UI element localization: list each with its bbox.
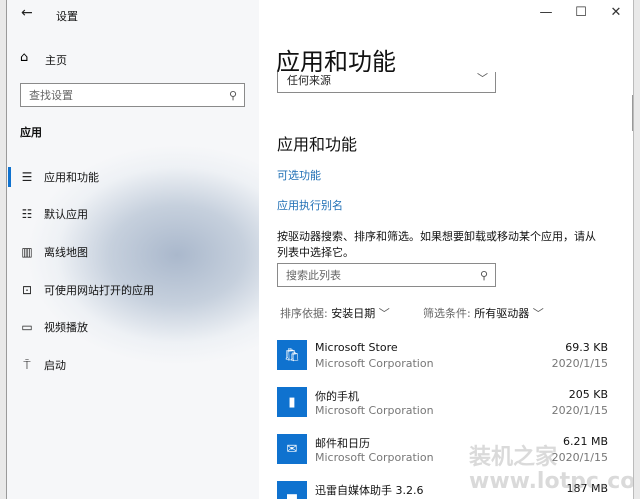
sort-dropdown[interactable]: 排序依据: 安装日期 ﹀: [280, 305, 390, 321]
sidebar: ← 设置 ⌂ 主页 查找设置 ⚲ 应用 ☰ 应用和功能 ☷ 默认应用 ▥ 离线地图 ⊡…: [7, 0, 259, 499]
search-icon[interactable]: ⚲: [229, 89, 237, 102]
map-icon: ▥: [21, 245, 33, 259]
back-arrow-icon[interactable]: ←: [21, 5, 33, 21]
list-item[interactable]: 🛍 Microsoft Store Microsoft Corporation 69.…: [277, 340, 617, 380]
source-dropdown[interactable]: 任何来源 ﹀: [277, 72, 496, 93]
list-search-input[interactable]: 搜索此列表 ⚲: [277, 263, 496, 287]
filter-dropdown[interactable]: 筛选条件: 所有驱动器 ﹀: [423, 305, 544, 321]
list-icon: ☰: [21, 170, 33, 184]
settings-window: ← 设置 ⌂ 主页 查找设置 ⚲ 应用 ☰ 应用和功能 ☷ 默认应用 ▥ 离线地图 ⊡…: [6, 0, 634, 499]
home-link[interactable]: 主页: [45, 52, 67, 68]
scrollbar[interactable]: [632, 95, 633, 131]
sidebar-item-offline-maps[interactable]: ▥ 离线地图: [7, 237, 259, 267]
home-icon: ⌂: [20, 50, 29, 65]
phone-icon: ▮: [277, 387, 307, 417]
chevron-down-icon: ﹀: [532, 307, 544, 320]
app-alias-link[interactable]: 应用执行别名: [277, 197, 343, 213]
app-icon: ▬: [277, 481, 307, 499]
startup-icon: ⍑: [23, 357, 31, 372]
watermark: 装机之家 www.lotpc.com: [469, 445, 634, 494]
sidebar-item-startup[interactable]: ⍑ 启动: [7, 350, 259, 380]
chevron-down-icon: ﹀: [477, 72, 488, 85]
section-heading: 应用和功能: [277, 135, 358, 154]
optional-features-link[interactable]: 可选功能: [277, 167, 321, 183]
search-placeholder: 查找设置: [29, 89, 73, 102]
web-app-icon: ⊡: [21, 283, 33, 297]
close-button[interactable]: ✕: [606, 5, 626, 20]
window-title: 设置: [56, 10, 78, 23]
description: 按驱动器搜索、排序和筛选。如果想要卸载或移动某个应用，请从列表中选择它。: [277, 230, 596, 259]
search-icon[interactable]: ⚲: [480, 269, 488, 282]
chevron-down-icon: ﹀: [378, 307, 390, 320]
sidebar-item-apps-features[interactable]: ☰ 应用和功能: [7, 162, 259, 192]
store-icon: 🛍: [277, 340, 307, 370]
sidebar-item-default-apps[interactable]: ☷ 默认应用: [7, 199, 259, 229]
list-item[interactable]: ▮ 你的手机 Microsoft Corporation 205 KB 2020/1/1…: [277, 387, 617, 427]
minimize-button[interactable]: —: [536, 5, 556, 20]
mail-icon: ✉: [277, 434, 307, 464]
section-label: 应用: [20, 126, 42, 139]
video-icon: ▭: [21, 320, 33, 334]
settings-search-input[interactable]: 查找设置 ⚲: [20, 83, 245, 107]
sidebar-item-web-apps[interactable]: ⊡ 可使用网站打开的应用: [7, 275, 259, 305]
maximize-button[interactable]: ☐: [571, 5, 591, 20]
default-apps-icon: ☷: [21, 207, 33, 221]
sidebar-item-video[interactable]: ▭ 视频播放: [7, 312, 259, 342]
